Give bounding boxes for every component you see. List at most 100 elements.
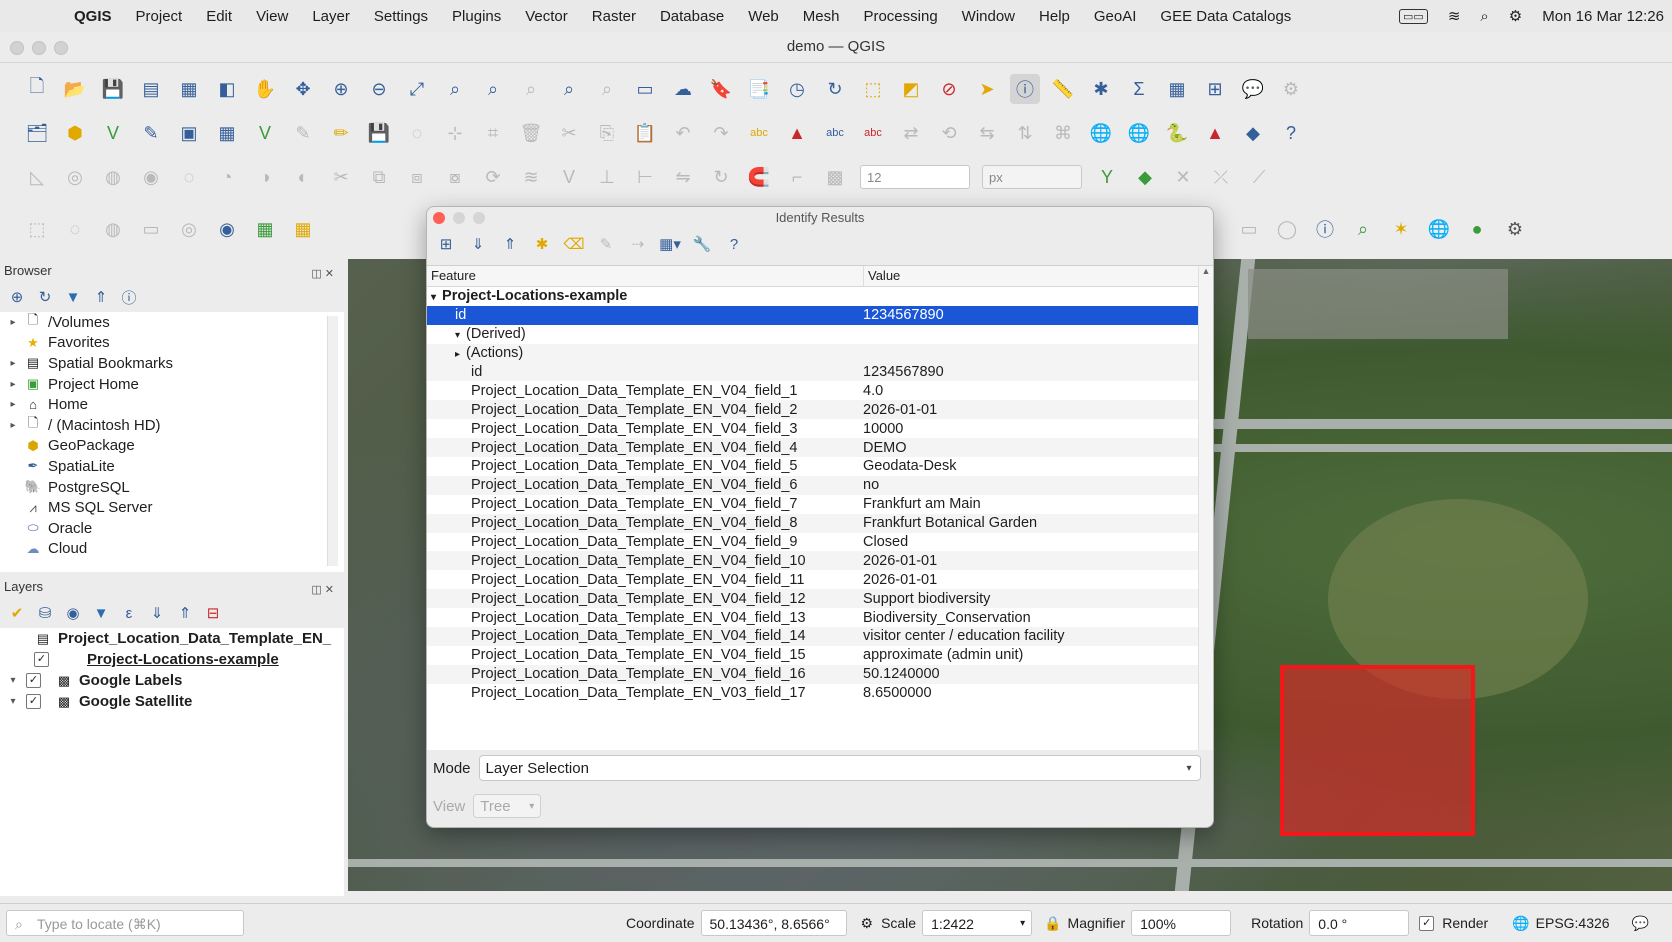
browser-item[interactable]: ⬢ GeoPackage — [6, 436, 344, 457]
layer-expand-arrow-icon[interactable]: ▾ — [6, 675, 20, 686]
zoom-native-icon[interactable]: ⌕ — [516, 74, 546, 104]
rotate-point-symbols-icon[interactable]: ⟳ — [478, 162, 508, 192]
vertex-tool-icon[interactable]: ⊹ — [440, 118, 470, 148]
add-wms-layer-icon[interactable]: ▣ — [174, 118, 204, 148]
results-attribute-row[interactable]: Project_Location_Data_Template_EN_V04_fi… — [427, 608, 1213, 628]
grid-plugin-icon[interactable]: ▦ — [250, 214, 280, 244]
label-properties-icon[interactable]: ⌘ — [1048, 118, 1078, 148]
modify-attributes-icon[interactable]: ⌗ — [478, 118, 508, 148]
layer-item[interactable]: ▤ Project_Location_Data_Template_EN_ — [6, 628, 344, 649]
diagram-tool-icon[interactable]: ▲ — [782, 118, 812, 148]
identify-help-icon[interactable]: ? — [723, 236, 745, 253]
menu-mesh[interactable]: Mesh — [791, 8, 852, 25]
select-by-value-icon[interactable]: ◩ — [896, 74, 926, 104]
new-geopackage-layer-icon[interactable]: ⬢ — [60, 118, 90, 148]
results-attribute-row[interactable]: Project_Location_Data_Template_EN_V03_fi… — [427, 683, 1213, 703]
zoom-window-button[interactable] — [54, 41, 68, 55]
zoom-search-icon[interactable]: ⌕ — [1348, 214, 1378, 244]
move-annotation-icon[interactable]: ◎ — [174, 214, 204, 244]
add-wfs-layer-icon[interactable]: V — [250, 118, 280, 148]
messages-icon[interactable]: 💬 — [1632, 915, 1649, 932]
trim-extend-icon[interactable]: ⊢ — [630, 162, 660, 192]
current-edits-icon[interactable]: ✎ — [288, 118, 318, 148]
show-hide-labels-icon[interactable]: abc — [858, 118, 888, 148]
add-group-icon[interactable]: ⛁ — [34, 604, 56, 622]
browser-item[interactable]: ✒ SpatiaLite — [6, 456, 344, 477]
properties-icon[interactable]: ⓘ — [118, 287, 140, 308]
delete-selected-icon[interactable]: 🗑 — [516, 118, 546, 148]
results-attribute-row[interactable]: Project_Location_Data_Template_EN_V04_fi… — [427, 513, 1213, 533]
menu-project[interactable]: Project — [124, 8, 195, 25]
add-delimited-text-icon[interactable]: ✎ — [136, 118, 166, 148]
reverse-line-icon[interactable]: ⇋ — [668, 162, 698, 192]
vertex-editor-icon[interactable]: V — [554, 162, 584, 192]
browser-item[interactable]: ▸ ⌂ Home — [6, 394, 344, 415]
snapping-tolerance-spinbox[interactable]: 12 — [860, 165, 970, 189]
layer-expand-arrow-icon[interactable]: ▾ — [6, 696, 20, 707]
change-label-icon[interactable]: ⇆ — [972, 118, 1002, 148]
filter-legend-icon[interactable]: ▼ — [90, 605, 112, 622]
menu-raster[interactable]: Raster — [580, 8, 648, 25]
render-checkbox[interactable]: ✓ — [1419, 915, 1435, 931]
expand-new-results-icon[interactable]: ✱ — [531, 235, 553, 253]
results-attribute-row[interactable]: Project_Location_Data_Template_EN_V04_fi… — [427, 570, 1213, 590]
add-feature-icon[interactable]: ◌ — [402, 118, 432, 148]
browser-item[interactable]: ▸ ▣ Project Home — [6, 374, 344, 395]
add-html-annotation-icon[interactable]: ◍ — [98, 214, 128, 244]
earth-engine-icon[interactable]: ● — [1462, 214, 1492, 244]
magnifier-spinbox[interactable]: 100% — [1131, 910, 1232, 936]
processing-toolbox-icon[interactable]: ✱ — [1086, 74, 1116, 104]
menu-processing[interactable]: Processing — [851, 8, 949, 25]
rotation-spinbox[interactable]: 0.0 ° — [1309, 910, 1410, 936]
layer-visibility-checkbox[interactable]: ✓ — [26, 673, 41, 688]
filter-by-expression-icon[interactable]: ε — [118, 605, 140, 622]
results-attribute-row[interactable]: Project_Location_Data_Template_EN_V04_fi… — [427, 664, 1213, 684]
rotate-label-icon[interactable]: ⟲ — [934, 118, 964, 148]
metasearch-settings-icon[interactable]: 🌐 — [1124, 118, 1154, 148]
deselect-features-icon[interactable]: ⊘ — [934, 74, 964, 104]
help-contents-icon[interactable]: ? — [1276, 118, 1306, 148]
expand-arrow-icon[interactable]: ▸ — [455, 349, 460, 360]
menu-plugins[interactable]: Plugins — [440, 8, 513, 25]
plugin-settings-icon[interactable]: ⚙ — [1500, 214, 1530, 244]
spotlight-search-icon[interactable]: ⌕ — [1480, 8, 1488, 25]
select-features-icon[interactable]: ⬚ — [858, 74, 888, 104]
menu-layer[interactable]: Layer — [300, 8, 362, 25]
split-parts-icon[interactable]: ⧉ — [364, 162, 394, 192]
add-selected-layers-icon[interactable]: ⊕ — [6, 288, 28, 306]
browser-item[interactable]: ▸ ▤ Spatial Bookmarks — [6, 353, 344, 374]
cut-features-icon[interactable]: ✂ — [554, 118, 584, 148]
plugin-icon[interactable]: ▲ — [1200, 118, 1230, 148]
results-attribute-row[interactable]: Project_Location_Data_Template_EN_V04_fi… — [427, 475, 1213, 495]
layer-visibility-checkbox[interactable]: ✓ — [26, 694, 41, 709]
manage-map-themes-icon[interactable]: ◉ — [62, 604, 84, 622]
results-selected-row[interactable]: id 1234567890 — [427, 305, 1213, 325]
close-window-button[interactable] — [10, 41, 24, 55]
results-attribute-row[interactable]: id 1234567890 — [427, 362, 1213, 382]
tracing-icon[interactable]: ⟋ — [1244, 162, 1274, 192]
attribute-table-icon[interactable]: ▦ — [1162, 74, 1192, 104]
split-features-icon[interactable]: ✂ — [326, 162, 356, 192]
browser-item[interactable]: ⩘ MS SQL Server — [6, 497, 344, 518]
lock-scale-icon[interactable]: 🔒 — [1044, 915, 1061, 932]
menu-help[interactable]: Help — [1027, 8, 1082, 25]
paste-features-icon[interactable]: 📋 — [630, 118, 660, 148]
snapping-magnet-icon[interactable]: 🧲 — [744, 162, 774, 192]
open-project-icon[interactable]: 📂 — [60, 74, 90, 104]
results-attribute-row[interactable]: Project_Location_Data_Template_EN_V04_fi… — [427, 627, 1213, 646]
zoom-full-icon[interactable]: ⤢ — [402, 74, 432, 104]
reshape-icon[interactable]: ◑ — [250, 162, 280, 192]
crs-globe-icon[interactable]: 🌐 — [1512, 915, 1529, 932]
zoom-out-icon[interactable]: ⊖ — [364, 74, 394, 104]
locator-search-input[interactable]: ⌕ Type to locate (⌘K) — [6, 910, 244, 936]
menu-window[interactable]: Window — [950, 8, 1027, 25]
browser-item[interactable]: ⬭ Oracle — [6, 518, 344, 539]
new-print-layout-icon[interactable]: ▤ — [136, 74, 166, 104]
results-attribute-row[interactable]: Project_Location_Data_Template_EN_V04_fi… — [427, 645, 1213, 665]
filter-icon[interactable]: ▼ — [62, 289, 84, 306]
menu-clock[interactable]: Mon 16 Mar 12:26 — [1542, 8, 1664, 25]
menu-app-name[interactable]: QGIS — [62, 8, 124, 25]
new-project-icon[interactable]: 🗋 — [22, 74, 52, 104]
expand-arrow-icon[interactable]: ▸ — [6, 317, 20, 328]
results-layer-row[interactable]: ▾ Project-Locations-example — [427, 287, 1213, 306]
